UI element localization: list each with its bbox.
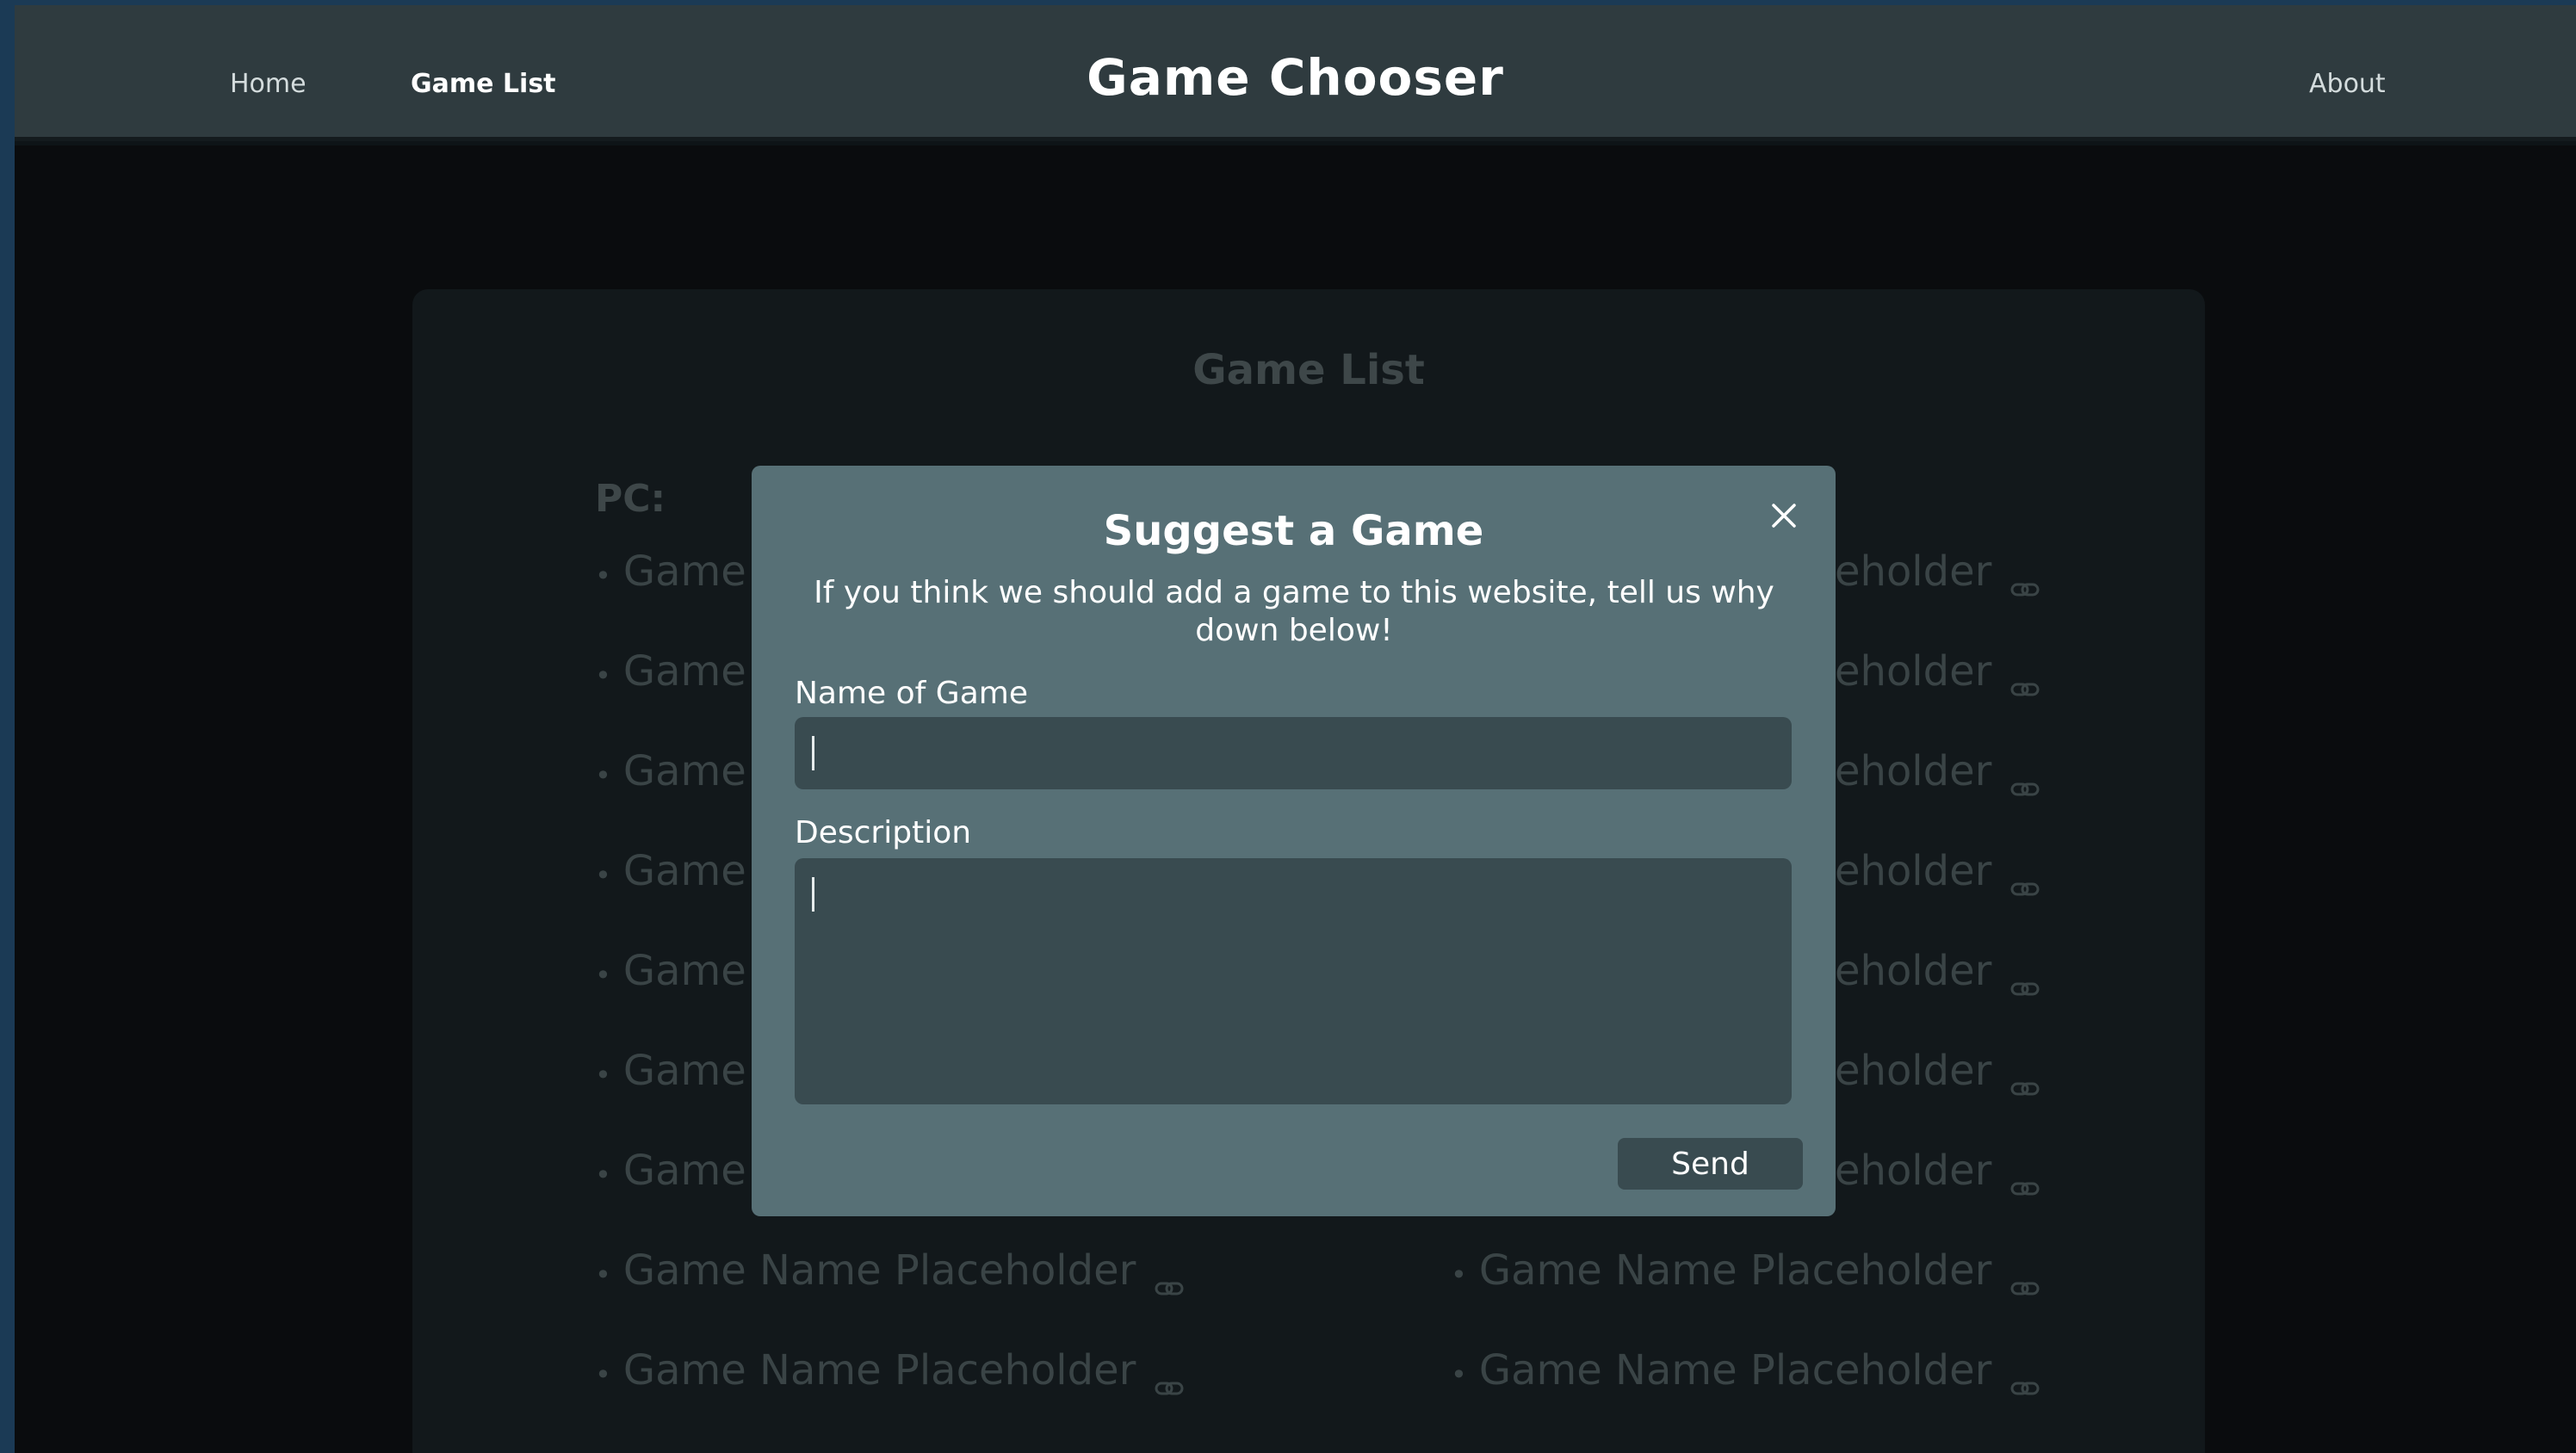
text-caret [812,736,814,770]
site-title: Game Chooser [1087,48,1504,107]
text-caret [812,877,814,912]
game-list-item[interactable]: • Game Name Placeholder [1451,1346,2040,1446]
list-bullet: • [595,1159,611,1191]
suggest-game-modal: Suggest a Game If you think we should ad… [752,466,1836,1216]
link-icon[interactable] [2010,761,2040,809]
nav-about-link[interactable]: About [2309,69,2386,99]
send-button[interactable]: Send [1618,1138,1803,1190]
description-textarea[interactable] [795,858,1792,1104]
game-list-item[interactable]: • Game Name Placeholder [595,1346,1184,1446]
link-icon[interactable] [2010,561,2040,609]
list-bullet: • [595,560,611,592]
list-bullet: • [595,859,611,892]
link-icon[interactable] [2010,1260,2040,1308]
card-title: Game List [1192,346,1425,394]
browser-window: Home Game List Game Chooser About Game L… [15,5,2576,1453]
link-icon[interactable] [2010,1360,2040,1408]
list-bullet: • [595,659,611,692]
link-icon[interactable] [1155,1260,1184,1308]
link-icon[interactable] [2010,961,2040,1009]
description-field-label: Description [795,815,972,850]
list-bullet: • [595,759,611,792]
game-list-item[interactable]: • Game Name Placeholder [1451,1246,2040,1346]
link-icon[interactable] [2010,661,2040,709]
link-icon[interactable] [2010,861,2040,909]
list-bullet: • [1451,1358,1467,1391]
link-icon[interactable] [2010,1060,2040,1109]
link-icon[interactable] [2010,1160,2040,1209]
game-name-text: Game Name Placeholder [1478,1346,1992,1394]
site-header: Home Game List Game Chooser About [15,5,2576,141]
list-bullet: • [595,1358,611,1391]
game-name-input[interactable] [795,717,1792,789]
list-bullet: • [595,1258,611,1291]
game-name-text: Game Name Placeholder [622,1346,1136,1394]
list-bullet: • [1451,1258,1467,1291]
game-name-text: Game Name Placeholder [1478,1246,1992,1295]
list-bullet: • [595,1059,611,1091]
modal-description: If you think we should add a game to thi… [814,575,1774,648]
list-bullet: • [595,959,611,992]
modal-title: Suggest a Game [1103,507,1484,555]
game-name-text: Game Name Placeholder [622,1246,1136,1295]
category-label: PC: [595,477,666,521]
link-icon[interactable] [1155,1360,1184,1408]
game-list-item[interactable]: • Game Name Placeholder [595,1246,1184,1346]
name-field-label: Name of Game [795,676,1028,711]
